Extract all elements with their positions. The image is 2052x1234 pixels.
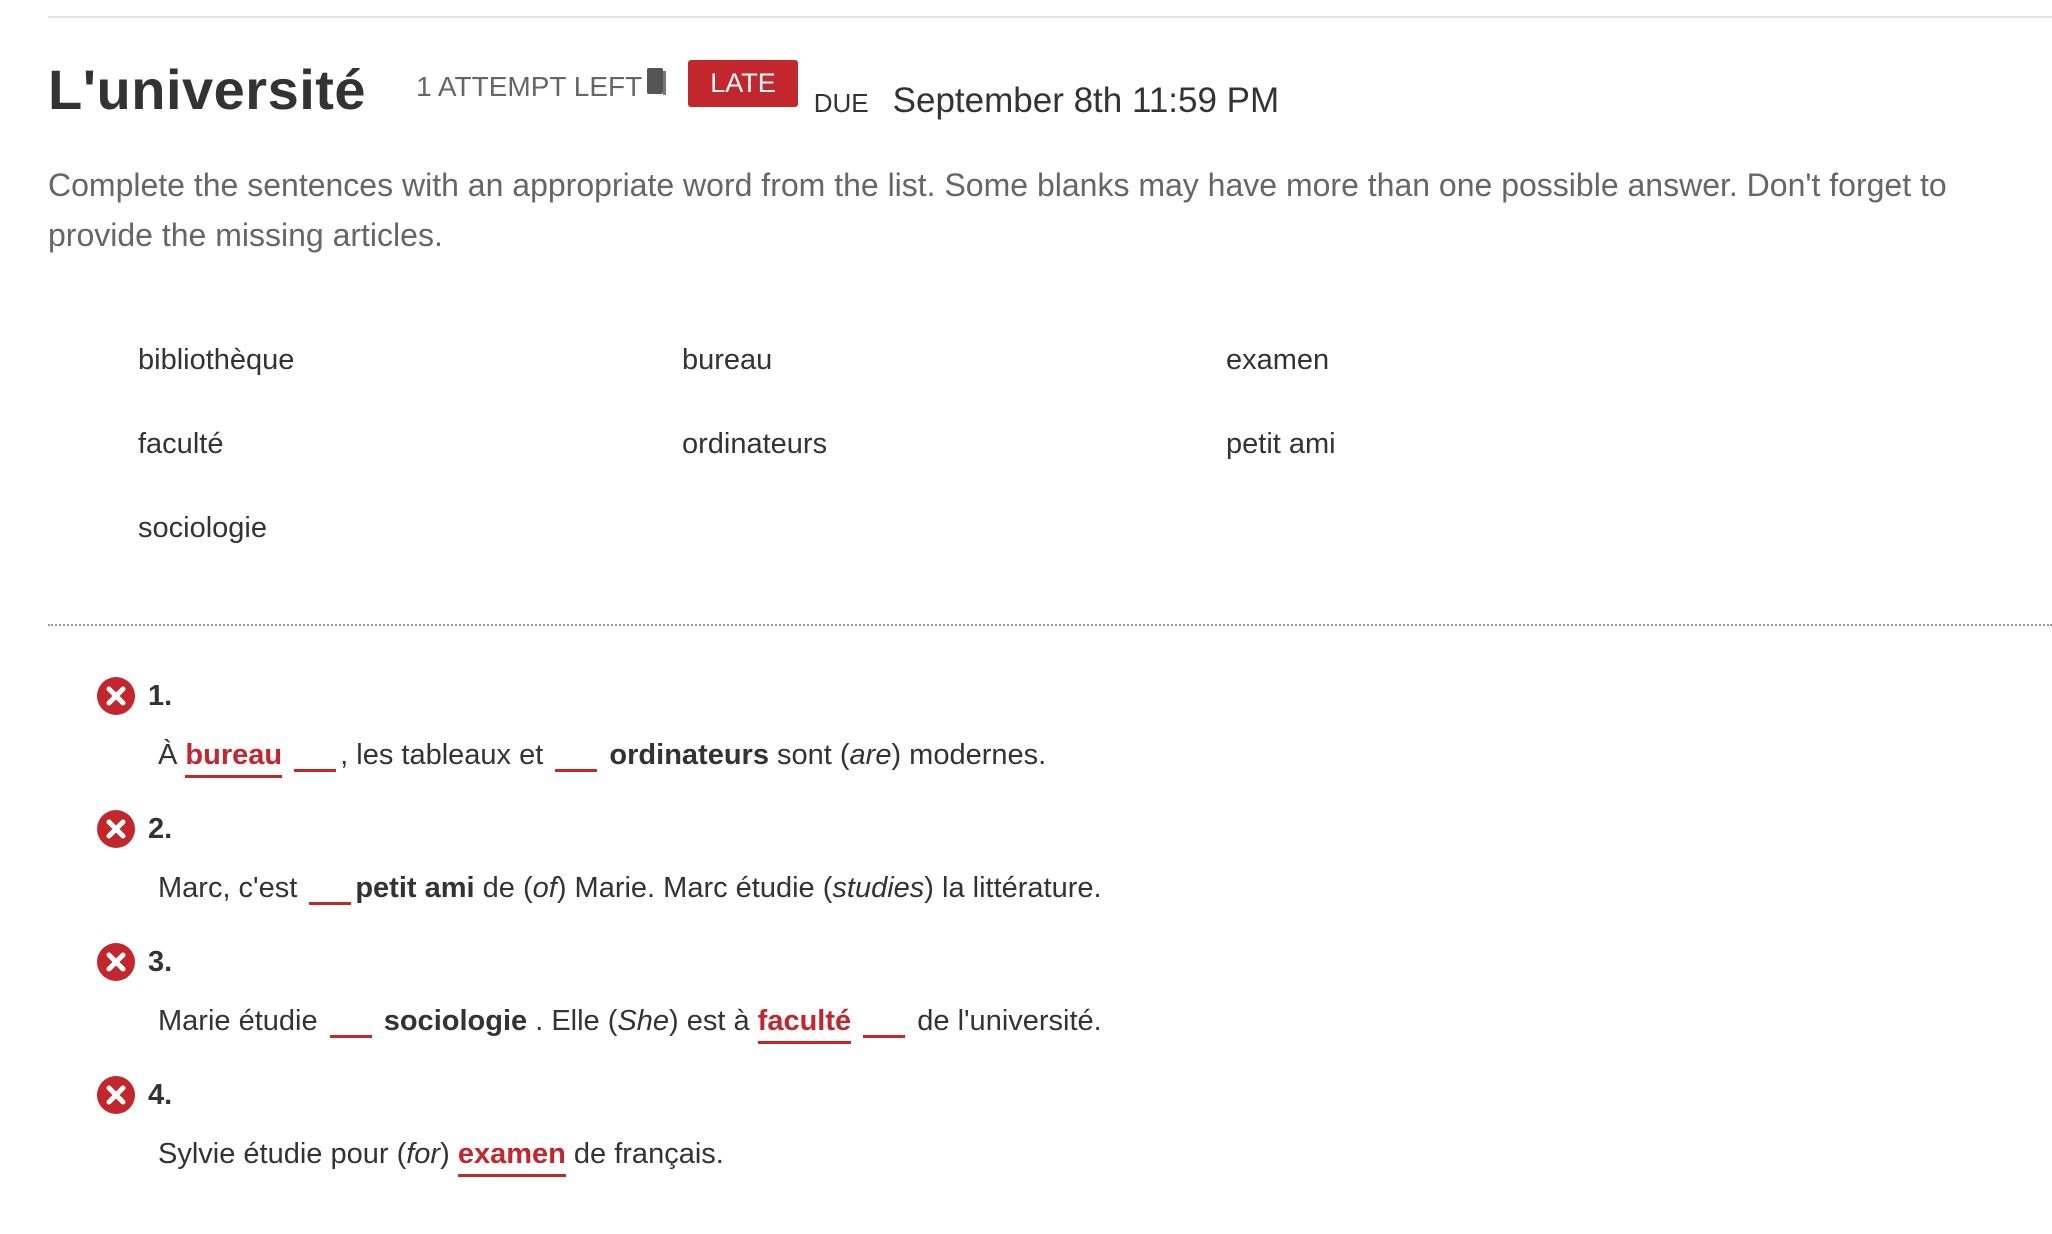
question-sentence: Sylvie étudie pour (for) examen de franç… — [158, 1127, 1996, 1181]
instructions: Complete the sentences with an appropria… — [48, 167, 1947, 253]
word-bank-row: faculté ordinateurs petit ami — [138, 428, 1838, 512]
question-2: 2. Marc, c'est petit ami de (of) Marie. … — [96, 807, 1996, 915]
question-1: 1. À bureau , les tableaux et ordinateur… — [96, 674, 1996, 782]
book-icon — [646, 67, 668, 97]
question-number: 1. — [148, 679, 173, 712]
article-blank[interactable] — [863, 1005, 906, 1038]
question-sentence: Marie étudie sociologie . Elle (She) est… — [158, 994, 1996, 1048]
article-blank[interactable] — [294, 739, 337, 772]
given-word: petit ami — [355, 872, 475, 904]
question-number: 4. — [148, 1078, 173, 1111]
word-bank-item: ordinateurs — [682, 428, 828, 460]
word-bank-item: faculté — [138, 428, 224, 460]
incorrect-icon — [96, 1075, 136, 1115]
word-bank-row: sociologie — [138, 512, 1838, 596]
word-bank-item: sociologie — [138, 512, 267, 544]
word-bank-item: bureau — [682, 344, 773, 376]
answer-blank-incorrect[interactable]: examen — [457, 1138, 566, 1177]
answer-blank-incorrect[interactable]: bureau — [185, 739, 283, 778]
sentence-text: ) est à — [669, 1005, 750, 1037]
incorrect-icon — [96, 809, 136, 849]
due-date: September 8th 11:59 PM — [892, 81, 1280, 120]
word-bank-item: examen — [1226, 344, 1330, 376]
word-bank: bibliothèque bureau examen faculté ordin… — [138, 344, 1838, 596]
sentence-text: Sylvie étudie pour ( — [158, 1138, 407, 1170]
translation-hint: for — [406, 1138, 441, 1170]
given-word: ordinateurs — [609, 739, 769, 771]
sentence-text: Marie étudie — [158, 1005, 318, 1037]
question-number: 3. — [148, 945, 173, 978]
word-bank-item: bibliothèque — [138, 344, 295, 376]
answer-blank-incorrect[interactable]: faculté — [757, 1005, 852, 1044]
translation-hint: studies — [832, 872, 925, 904]
sentence-text: de français. — [573, 1138, 724, 1170]
due-label: DUE — [813, 87, 869, 118]
sentence-text: ) Marie. Marc étudie ( — [556, 872, 833, 904]
attempts-remaining: 1 ATTEMPT LEFT — [416, 68, 668, 103]
word-bank-item: petit ami — [1226, 428, 1336, 460]
given-word: sociologie — [383, 1005, 528, 1037]
sentence-text: de l'université. — [917, 1005, 1102, 1037]
section-divider — [48, 624, 2052, 626]
sentence-text: ) — [440, 1138, 450, 1170]
sentence-text: ) la littérature. — [924, 872, 1102, 904]
sentence-text: sont ( — [777, 739, 850, 771]
translation-hint: She — [617, 1005, 669, 1037]
attempts-label: 1 ATTEMPT LEFT — [416, 71, 643, 102]
article-blank[interactable] — [555, 739, 598, 772]
article-blank[interactable] — [309, 872, 352, 905]
sentence-text: . Elle ( — [535, 1005, 618, 1037]
incorrect-icon — [96, 942, 136, 982]
sentence-text: À — [158, 739, 178, 771]
sentence-text: de ( — [482, 872, 533, 904]
question-3: 3. Marie étudie sociologie . Elle (She) … — [96, 940, 1996, 1048]
question-4: 4. Sylvie étudie pour (for) examen de fr… — [96, 1073, 1996, 1181]
translation-hint: of — [532, 872, 557, 904]
word-bank-row: bibliothèque bureau examen — [138, 344, 1838, 428]
question-number: 2. — [148, 812, 173, 845]
top-divider — [48, 16, 2052, 18]
article-blank[interactable] — [329, 1005, 372, 1038]
late-status-badge: LATE — [688, 59, 798, 107]
incorrect-icon — [96, 676, 136, 716]
page-title: L'université — [48, 57, 367, 121]
sentence-text: ) modernes. — [891, 739, 1047, 771]
sentence-text: Marc, c'est — [158, 872, 298, 904]
assignment-header: L'université 1 ATTEMPT LEFT LATE DUE Sep… — [48, 44, 1279, 134]
sentence-text: , les tableaux et — [340, 739, 544, 771]
translation-hint: are — [849, 739, 892, 771]
question-sentence: Marc, c'est petit ami de (of) Marie. Mar… — [158, 861, 1996, 915]
question-sentence: À bureau , les tableaux et ordinateurs s… — [158, 728, 1996, 782]
